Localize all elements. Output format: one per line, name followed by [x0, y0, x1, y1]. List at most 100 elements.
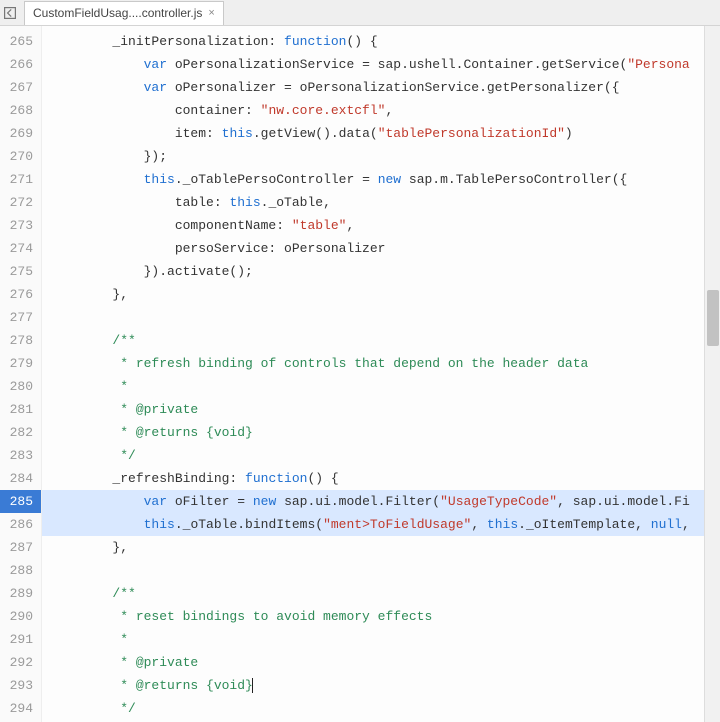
chevron-left-box-icon [4, 7, 16, 19]
code-line[interactable]: * [42, 375, 720, 398]
line-number: 280 [4, 375, 33, 398]
editor-tab-active[interactable]: CustomFieldUsag....controller.js × [24, 1, 224, 25]
code-line[interactable]: * @returns {void} [42, 674, 720, 697]
token-plain: item: [50, 126, 222, 141]
token-plain [50, 609, 120, 624]
token-plain: sap.ui.model.Filter( [276, 494, 440, 509]
line-number: 274 [4, 237, 33, 260]
line-number: 284 [4, 467, 33, 490]
line-number: 269 [4, 122, 33, 145]
code-line[interactable]: var oFilter = new sap.ui.model.Filter("U… [42, 490, 720, 513]
code-line[interactable]: * @returns {void} [42, 421, 720, 444]
token-plain [50, 333, 112, 348]
token-kw: this [144, 172, 175, 187]
token-kw: var [144, 57, 167, 72]
token-plain: , [471, 517, 487, 532]
token-kw: new [378, 172, 401, 187]
token-str: "ment>ToFieldUsage" [323, 517, 471, 532]
token-plain: }); [50, 149, 167, 164]
code-line[interactable]: var oPersonalizer = oPersonalizationServ… [42, 76, 720, 99]
token-str: "UsageTypeCode" [440, 494, 557, 509]
token-kw: var [144, 80, 167, 95]
line-number: 279 [4, 352, 33, 375]
token-com: */ [120, 701, 136, 716]
token-com: * [120, 379, 128, 394]
token-plain [50, 494, 144, 509]
code-line[interactable] [42, 559, 720, 582]
token-com: * @private [120, 655, 198, 670]
code-area[interactable]: _initPersonalization: function() { var o… [42, 26, 720, 722]
token-str: "nw.core.extcfl" [261, 103, 386, 118]
code-line[interactable]: container: "nw.core.extcfl", [42, 99, 720, 122]
line-number: 285 [0, 490, 41, 513]
token-plain: () { [346, 34, 377, 49]
tab-close-icon[interactable]: × [208, 7, 214, 19]
token-str: "tablePersonalizationId" [378, 126, 565, 141]
scrollbar-thumb[interactable] [707, 290, 719, 346]
line-number: 270 [4, 145, 33, 168]
code-line[interactable]: }); [42, 145, 720, 168]
token-plain: sap.m.TablePersoController({ [401, 172, 627, 187]
code-line[interactable]: */ [42, 444, 720, 467]
code-line[interactable]: componentName: "table", [42, 214, 720, 237]
code-line[interactable]: this._oTablePersoController = new sap.m.… [42, 168, 720, 191]
line-number: 265 [4, 30, 33, 53]
text-cursor [252, 678, 253, 693]
token-plain: }).activate(); [50, 264, 253, 279]
line-number: 273 [4, 214, 33, 237]
code-line[interactable]: this._oTable.bindItems("ment>ToFieldUsag… [42, 513, 720, 536]
code-line[interactable]: persoService: oPersonalizer [42, 237, 720, 260]
code-line[interactable]: }).activate(); [42, 260, 720, 283]
code-line[interactable]: */ [42, 697, 720, 720]
tab-title: CustomFieldUsag....controller.js [33, 6, 202, 20]
token-plain [50, 402, 120, 417]
line-number: 290 [4, 605, 33, 628]
token-plain [50, 632, 120, 647]
code-line[interactable]: * @private [42, 651, 720, 674]
token-kw: this [144, 517, 175, 532]
token-plain [50, 586, 112, 601]
token-kw: function [245, 471, 307, 486]
code-line[interactable] [42, 306, 720, 329]
line-number: 291 [4, 628, 33, 651]
token-plain: ._oTable.bindItems( [175, 517, 323, 532]
line-number: 292 [4, 651, 33, 674]
token-plain: .getView().data( [253, 126, 378, 141]
line-number-gutter: 2652662672682692702712722732742752762772… [0, 26, 42, 722]
token-com: /** [112, 586, 135, 601]
line-number: 287 [4, 536, 33, 559]
line-number: 267 [4, 76, 33, 99]
code-line[interactable]: table: this._oTable, [42, 191, 720, 214]
code-line[interactable]: var oPersonalizationService = sap.ushell… [42, 53, 720, 76]
code-line[interactable]: _initPersonalization: function() { [42, 30, 720, 53]
code-line[interactable]: /** [42, 582, 720, 605]
token-kw: var [144, 494, 167, 509]
code-line[interactable]: _refreshBinding: function() { [42, 467, 720, 490]
code-line[interactable]: }, [42, 283, 720, 306]
token-plain: }, [50, 540, 128, 555]
line-number: 282 [4, 421, 33, 444]
token-plain: _initPersonalization: [50, 34, 284, 49]
code-line[interactable]: * [42, 628, 720, 651]
token-plain: _refreshBinding: [50, 471, 245, 486]
code-line[interactable]: * reset bindings to avoid memory effects [42, 605, 720, 628]
code-line[interactable]: * refresh binding of controls that depen… [42, 352, 720, 375]
code-line[interactable]: * @private [42, 398, 720, 421]
token-plain: oPersonalizer = oPersonalizationService.… [167, 80, 619, 95]
token-kw: this [487, 517, 518, 532]
token-plain: oFilter = [167, 494, 253, 509]
line-number: 289 [4, 582, 33, 605]
token-com: /** [112, 333, 135, 348]
line-number: 293 [4, 674, 33, 697]
token-com: * reset bindings to avoid memory effects [120, 609, 432, 624]
token-plain: oPersonalizationService = sap.ushell.Con… [167, 57, 627, 72]
tab-prev-button[interactable] [0, 1, 20, 25]
token-plain: table: [50, 195, 229, 210]
vertical-scrollbar[interactable] [704, 26, 720, 722]
code-line[interactable]: item: this.getView().data("tablePersonal… [42, 122, 720, 145]
token-plain: ) [565, 126, 573, 141]
code-line[interactable]: /** [42, 329, 720, 352]
token-plain: ._oTablePersoController = [175, 172, 378, 187]
line-number: 266 [4, 53, 33, 76]
code-line[interactable]: }, [42, 536, 720, 559]
